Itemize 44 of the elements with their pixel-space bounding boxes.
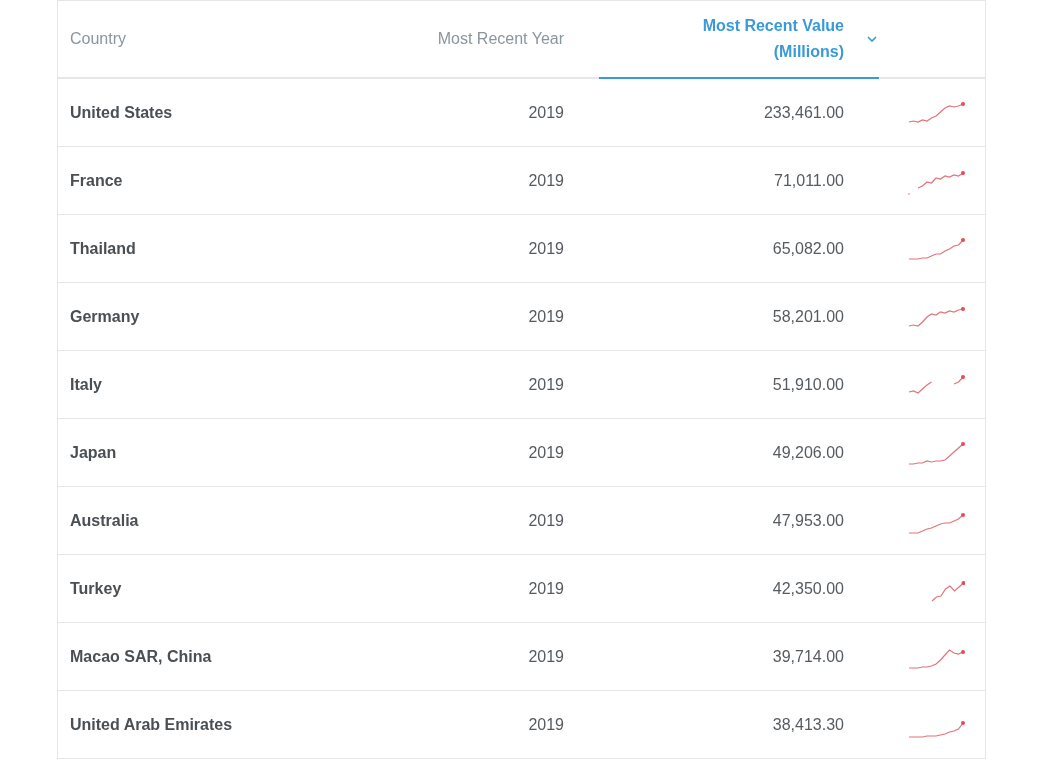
country-name: Japan [70,442,117,463]
country-name: Australia [70,510,139,531]
sparkline [929,580,965,603]
sparkline [907,170,965,196]
year-cell-text: 2019 [528,238,564,259]
year-cell-text: 2019 [528,714,564,735]
sparkline [907,306,965,328]
country-name: Macao SAR, China [70,646,212,667]
sparkline [907,441,965,466]
country-name: France [70,170,123,191]
sparkline [907,720,965,739]
year-cell-text: 2019 [528,102,564,123]
value-cell-text: 65,082.00 [772,238,844,259]
country-name: Italy [70,374,102,395]
year-cell-text: 2019 [528,170,564,191]
value-cell-text: 42,350.00 [772,578,844,599]
value-cell-text: 38,413.30 [772,714,844,735]
sparkline [907,512,965,535]
column-header[interactable]: Country [70,26,127,52]
year-cell-text: 2019 [528,306,564,327]
country-name: Thailand [70,238,136,259]
value-cell-text: 47,953.00 [772,510,844,531]
country-name: United Arab Emirates [70,714,233,735]
value-cell-text: 51,910.00 [772,374,844,395]
value-cell-text: 233,461.00 [763,102,844,123]
year-cell-text: 2019 [528,646,564,667]
year-cell-text: 2019 [528,578,564,599]
sparkline [907,374,965,395]
sparkline [907,237,965,261]
year-cell-text: 2019 [528,510,564,531]
value-cell-text: 71,011.00 [774,170,844,191]
value-cell-text: 49,206.00 [772,442,844,463]
sparkline [907,101,965,124]
country-name: Turkey [70,578,122,599]
year-cell-text: 2019 [528,374,564,395]
column-header[interactable]: Most Recent Value (Millions) [684,13,844,65]
value-cell-text: 58,201.00 [772,306,844,327]
value-cell-text: 39,714.00 [772,646,844,667]
year-cell-text: 2019 [528,442,564,463]
sparkline [907,647,965,670]
country-name: Germany [70,306,140,327]
chevron-down-icon [867,36,877,43]
country-name: United States [70,102,173,123]
column-header[interactable]: Most Recent Year [437,26,564,52]
